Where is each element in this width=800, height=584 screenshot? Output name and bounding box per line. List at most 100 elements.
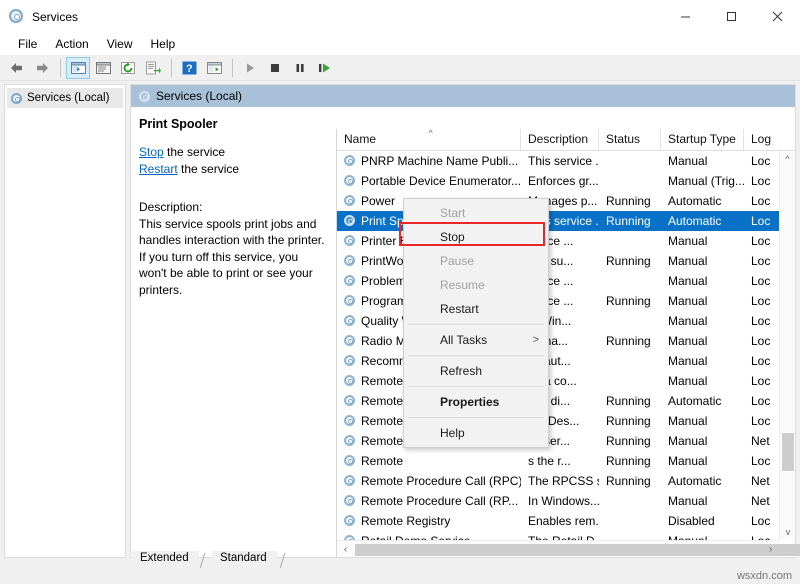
toolbar-separator [60, 58, 61, 77]
service-log-on-cell: Loc [751, 274, 771, 288]
context-menu-item-stop[interactable]: Stop [399, 222, 548, 249]
service-gear-icon [344, 375, 356, 387]
maximize-icon[interactable] [708, 0, 754, 33]
back-arrow-icon[interactable] [5, 57, 29, 79]
table-row[interactable]: Retail Demo ServiceThe Retail D...Manual… [337, 531, 779, 540]
service-name-label: Remote Registry [361, 514, 451, 528]
column-header-name[interactable]: Name ^ [337, 129, 521, 151]
table-row[interactable]: Portable Device Enumerator... Enforces gr… [337, 171, 779, 191]
context-menu-item-label: Refresh [440, 364, 483, 378]
table-row[interactable]: Remote s the r... Running Manual Loc [337, 451, 779, 471]
restart-service-icon[interactable] [313, 57, 337, 79]
context-menu[interactable]: Start Stop Pause Resume Restart All Tasks > Ref… [399, 198, 549, 448]
context-menu-item-label: Start [440, 206, 466, 220]
stop-service-link[interactable]: Stop [139, 145, 164, 159]
toolbar-separator [171, 58, 172, 77]
stop-service-icon[interactable] [263, 57, 287, 79]
context-menu-item-label: Resume [440, 278, 485, 292]
service-log-on-cell: Loc [751, 234, 771, 248]
service-name-label: Remote [361, 394, 404, 408]
start-service-icon[interactable] [238, 57, 262, 79]
menu-view[interactable]: View [98, 35, 142, 54]
menu-bar: File Action View Help [0, 33, 800, 55]
service-startup-type-cell: Manual [668, 254, 708, 268]
column-header-status[interactable]: Status [599, 129, 661, 151]
context-menu-item-all-tasks[interactable]: All Tasks > [404, 328, 548, 352]
refresh-icon[interactable] [116, 57, 140, 79]
service-log-on-cell: Loc [751, 174, 771, 188]
close-icon[interactable] [754, 0, 800, 33]
context-menu-item-refresh[interactable]: Refresh [404, 359, 548, 383]
service-gear-icon [344, 175, 356, 187]
service-gear-icon [344, 355, 356, 367]
context-menu-item-label: Properties [440, 395, 500, 409]
context-menu-item-help[interactable]: Help [404, 421, 548, 445]
tab-extended[interactable]: Extended [132, 551, 199, 568]
context-menu-item-properties[interactable]: Properties [404, 390, 548, 414]
table-row[interactable]: PNRP Machine Name Publi... This service .… [337, 151, 779, 171]
vertical-scrollbar-thumb[interactable] [782, 433, 794, 471]
service-gear-icon [344, 215, 356, 227]
service-log-on-cell: Loc [751, 354, 771, 368]
vertical-scrollbar[interactable]: ^ v [779, 151, 795, 540]
show-hide-tree-icon[interactable] [66, 56, 90, 79]
stop-menu-item-highlight [399, 222, 545, 246]
table-row[interactable]: Remote Procedure Call (RP... In Windows..… [337, 491, 779, 511]
service-description-cell: Enables rem... [528, 514, 599, 528]
table-row[interactable]: Remote Registry Enables rem... Disabled Loc [337, 511, 779, 531]
service-name-cell: Portable Device Enumerator... [337, 174, 521, 188]
service-name-label: Printer E [361, 234, 408, 248]
service-startup-type-cell: Manual [668, 354, 708, 368]
column-header-description[interactable]: Description [521, 129, 599, 151]
help-icon[interactable]: ? [177, 57, 201, 79]
show-console-tree-icon[interactable] [202, 57, 226, 79]
service-status-cell: Running [606, 334, 651, 348]
list-column-headers: Name ^ Description Status Startup Type L… [337, 129, 795, 151]
service-startup-type-cell: Manual [668, 434, 708, 448]
menu-separator [408, 355, 544, 356]
service-gear-icon [344, 315, 356, 327]
service-status-cell: Running [606, 474, 651, 488]
service-gear-icon [344, 155, 356, 167]
context-menu-item-resume: Resume [404, 273, 548, 297]
tree-item-services-local[interactable]: Services (Local) [7, 88, 123, 108]
forward-arrow-icon[interactable] [30, 57, 54, 79]
menu-help[interactable]: Help [142, 35, 185, 54]
table-row[interactable]: Remote Procedure Call (RPC) The RPCSS s..… [337, 471, 779, 491]
scroll-up-icon[interactable]: ^ [780, 151, 795, 167]
service-gear-icon [344, 475, 356, 487]
watermark: wsxdn.com [736, 570, 792, 582]
sort-ascending-icon: ^ [428, 129, 433, 138]
pane-header: Services (Local) [131, 85, 795, 107]
restart-service-suffix: the service [177, 162, 240, 176]
description-label: Description: [139, 200, 203, 214]
tab-standard[interactable]: Standard [212, 551, 277, 568]
context-menu-item-restart[interactable]: Restart [404, 297, 548, 321]
service-gear-icon [344, 275, 356, 287]
service-startup-type-cell: Manual [668, 454, 708, 468]
restart-service-link[interactable]: Restart [139, 162, 178, 176]
properties-icon[interactable] [91, 57, 115, 79]
service-gear-icon [344, 255, 356, 267]
service-log-on-cell: Loc [751, 334, 771, 348]
service-startup-type-cell: Manual [668, 374, 708, 388]
service-log-on-cell: Loc [751, 514, 771, 528]
service-name-label: Remote [361, 374, 404, 388]
service-status-cell: Running [606, 414, 651, 428]
export-list-icon[interactable] [141, 57, 165, 79]
service-gear-icon [344, 195, 356, 207]
service-name-label: Remote Procedure Call (RPC) [361, 474, 521, 488]
scroll-down-icon[interactable]: v [780, 524, 796, 540]
tab-divider [199, 553, 206, 568]
title-bar: Services [0, 0, 800, 33]
menu-separator [408, 324, 544, 325]
column-header-startup-type[interactable]: Startup Type [661, 129, 744, 151]
context-menu-item-label: Stop [440, 230, 465, 244]
column-header-log-on-as[interactable]: Log [744, 129, 778, 151]
pause-service-icon[interactable] [288, 57, 312, 79]
service-gear-icon [344, 295, 356, 307]
service-log-on-cell: Loc [751, 394, 771, 408]
minimize-icon[interactable] [662, 0, 708, 33]
menu-action[interactable]: Action [46, 35, 97, 54]
menu-file[interactable]: File [9, 35, 46, 54]
